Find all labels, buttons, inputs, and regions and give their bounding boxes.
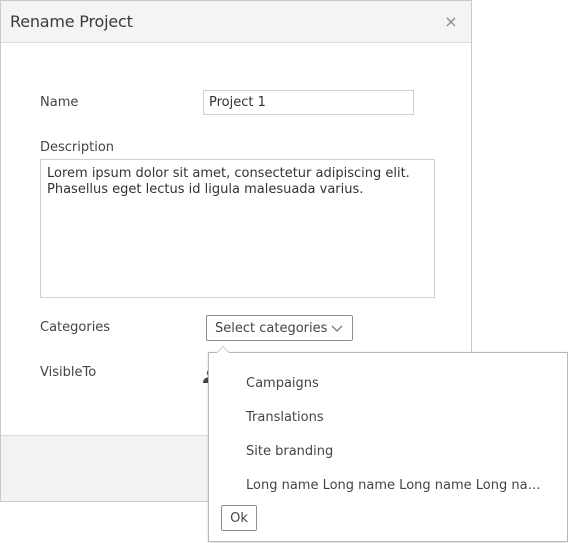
dialog-header: Rename Project × <box>1 1 471 43</box>
category-option-translations[interactable]: Translations <box>209 402 567 432</box>
categories-dropdown: Campaigns Translations Site branding Lon… <box>208 346 568 542</box>
description-textarea[interactable]: Lorem ipsum dolor sit amet, consectetur … <box>40 159 435 298</box>
dialog-title: Rename Project <box>10 12 133 31</box>
category-option-long-name[interactable]: Long name Long name Long name Long name … <box>209 470 567 500</box>
close-button[interactable]: × <box>441 11 461 31</box>
chevron-down-icon <box>331 325 343 332</box>
option-label: Site branding <box>246 443 334 459</box>
select-categories-button[interactable]: Select categories <box>206 315 353 341</box>
option-label: Campaigns <box>246 375 319 391</box>
dropdown-caret <box>216 346 230 353</box>
select-categories-label: Select categories <box>215 320 328 336</box>
categories-label: Categories <box>40 320 111 335</box>
name-label: Name <box>40 95 79 110</box>
description-label: Description <box>40 140 115 155</box>
category-option-campaigns[interactable]: Campaigns <box>209 368 567 398</box>
option-label: Long name Long name Long name Long name … <box>246 477 546 493</box>
ok-button[interactable]: Ok <box>221 505 257 531</box>
option-label: Translations <box>246 409 324 425</box>
name-input[interactable] <box>203 90 414 115</box>
category-option-site-branding[interactable]: Site branding <box>209 436 567 466</box>
visible-to-label: VisibleTo <box>40 365 97 380</box>
close-icon: × <box>444 11 458 31</box>
